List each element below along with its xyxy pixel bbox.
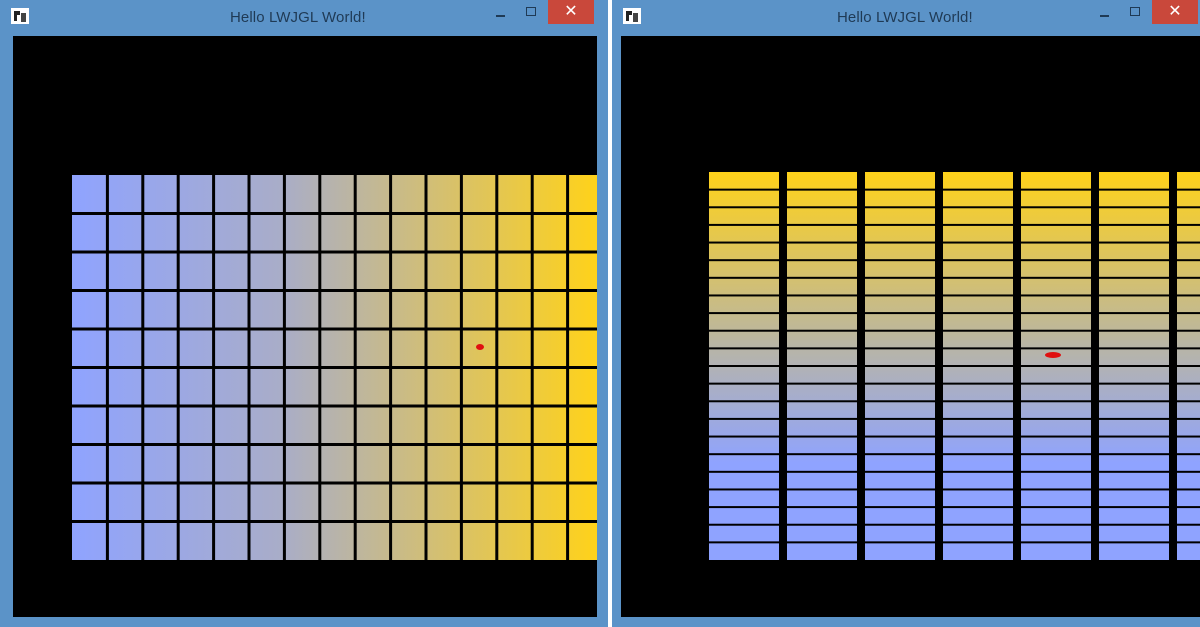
- grid-row-gap: [709, 365, 1200, 367]
- close-button[interactable]: ✕: [548, 0, 594, 24]
- cursor-marker: [1045, 352, 1061, 358]
- grid-row-gap: [709, 400, 1200, 403]
- close-button[interactable]: ✕: [1152, 0, 1198, 24]
- grid-row-gap: [709, 523, 1200, 526]
- grid-row-gap: [709, 488, 1200, 491]
- grid-row-gap: [709, 506, 1200, 509]
- grid-row-gap: [72, 327, 597, 331]
- window-right: Hello LWJGL World! ✕: [612, 0, 1200, 627]
- minimize-button[interactable]: [488, 0, 514, 24]
- window-title: Hello LWJGL World!: [230, 9, 366, 26]
- grid-row-gap: [709, 453, 1200, 456]
- render-area[interactable]: [13, 36, 597, 617]
- grid-row-gap: [709, 223, 1200, 226]
- grid-row-gap: [709, 312, 1200, 315]
- grid-canvas[interactable]: [621, 36, 1200, 617]
- maximize-button[interactable]: [518, 0, 544, 24]
- render-area[interactable]: [621, 36, 1200, 617]
- grid-row-gap: [709, 259, 1200, 262]
- grid-row-gap: [72, 212, 597, 215]
- grid-row-gap: [72, 481, 597, 485]
- grid-row-gap: [709, 470, 1200, 473]
- grid-row-gap: [709, 206, 1200, 209]
- grid-row-gap: [72, 250, 597, 254]
- cursor-marker: [476, 344, 484, 350]
- grid-row-gap: [709, 188, 1200, 191]
- minimize-button[interactable]: [1092, 0, 1118, 24]
- maximize-button[interactable]: [1122, 0, 1148, 24]
- grid-row-gap: [72, 404, 597, 408]
- titlebar[interactable]: Hello LWJGL World! ✕: [0, 0, 608, 34]
- grid-row-gap: [709, 417, 1200, 420]
- grid-row-gap: [72, 443, 597, 446]
- grid-row-gap: [72, 289, 597, 292]
- grid-row-gap: [709, 382, 1200, 385]
- grid-row-gap: [709, 347, 1200, 350]
- grid-canvas[interactable]: [13, 36, 597, 617]
- grid-row-gap: [72, 520, 597, 523]
- grid-row-gap: [709, 294, 1200, 297]
- grid-row-gap: [72, 366, 597, 369]
- java-duke-icon[interactable]: [622, 7, 642, 25]
- java-duke-icon[interactable]: [10, 7, 30, 25]
- grid-row-gap: [709, 541, 1200, 544]
- grid-row-gap: [709, 435, 1200, 438]
- grid-row-gap: [709, 241, 1200, 244]
- window-left: Hello LWJGL World! ✕: [0, 0, 608, 627]
- grid-row-gap: [709, 329, 1200, 332]
- grid-row-gap: [709, 276, 1200, 279]
- titlebar[interactable]: Hello LWJGL World! ✕: [612, 0, 1200, 34]
- window-title: Hello LWJGL World!: [837, 9, 973, 26]
